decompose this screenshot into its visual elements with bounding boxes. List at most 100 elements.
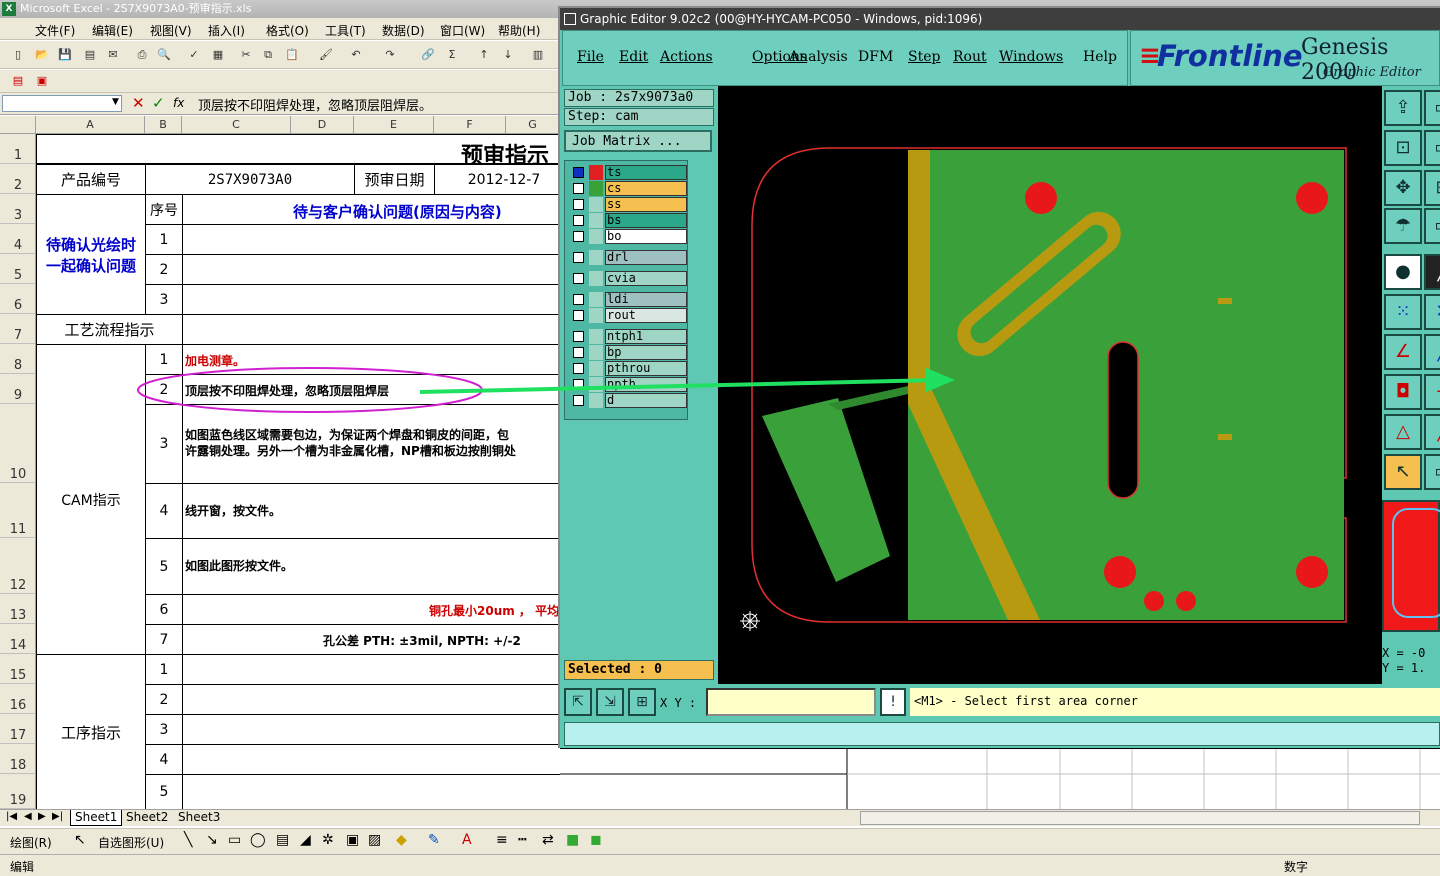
menu-windows[interactable]: Windows <box>999 49 1063 65</box>
frontline-logo: ≡ Frontline Genesis 2000 Graphic Editor <box>1130 30 1440 86</box>
layer-checkbox[interactable] <box>573 395 584 406</box>
layer-name: ntph1 <box>605 329 687 344</box>
layer-checkbox[interactable] <box>573 331 584 342</box>
layer-checkbox[interactable] <box>573 215 584 226</box>
layer-color-swatch <box>589 250 603 265</box>
menu-help[interactable]: Help <box>1083 49 1117 65</box>
message-line <box>564 722 1440 746</box>
layer-row-drl[interactable]: drl <box>569 250 687 265</box>
grid-icon[interactable]: ⊞ <box>628 688 656 716</box>
layer-checkbox[interactable] <box>573 167 584 178</box>
arc-icon[interactable]: ╱ <box>1424 414 1440 450</box>
layer-row-cvia[interactable]: cvia <box>569 271 687 286</box>
layer-checkbox[interactable] <box>573 183 584 194</box>
layer-row-ss[interactable]: ss <box>569 197 687 212</box>
layer-checkbox[interactable] <box>573 252 584 263</box>
select-icon[interactable]: ▭ <box>1424 454 1440 490</box>
layer-row-ntph1[interactable]: ntph1 <box>569 329 687 344</box>
hole-pad <box>1104 556 1136 588</box>
layer-checkbox[interactable] <box>573 294 584 305</box>
layer-name: cs <box>605 181 687 196</box>
layer-color-swatch <box>589 329 603 344</box>
layer-checkbox[interactable] <box>573 363 584 374</box>
fit-view-icon[interactable]: ✥ <box>1384 170 1422 206</box>
ruler-icon[interactable]: ▭ <box>1424 208 1440 244</box>
zoom-icon[interactable]: ▭ <box>1424 130 1440 166</box>
coord-y: Y = 1. <box>1382 661 1426 675</box>
layer-row-ts[interactable]: ts <box>569 165 687 180</box>
genesis-title-bar: Graphic Editor 9.02c2 (00@HY-HYCAM-PC050… <box>560 8 1440 30</box>
layer-row-bs[interactable]: bs <box>569 213 687 228</box>
layer-row-pthrou[interactable]: pthrou <box>569 361 687 376</box>
layer-name: bp <box>605 345 687 360</box>
layer-row-bp[interactable]: bp <box>569 345 687 360</box>
hole-pad <box>1296 182 1328 214</box>
zoom-window-icon[interactable]: ⊡ <box>1384 130 1422 166</box>
layer-checkbox[interactable] <box>573 379 584 390</box>
job-matrix-button[interactable]: Job Matrix ... <box>564 130 712 152</box>
snap-icon[interactable]: ⁙ <box>1384 294 1422 330</box>
menu-dfm[interactable]: DFM <box>858 49 893 65</box>
zoom-in-icon[interactable]: ⇱ <box>564 688 592 716</box>
layer-checkbox[interactable] <box>573 310 584 321</box>
layer-checkbox[interactable] <box>573 231 584 242</box>
tool-strip: ⇪ ▭ ⊡ ▭ ✥ ⊞ ☂ ▭ ● ╱ ⁙ ✕ ∠ ╱ ◘ − △ ╱ ↖ ▭ … <box>1382 86 1440 684</box>
layer-row-rout[interactable]: rout <box>569 308 687 323</box>
alert-icon[interactable]: ! <box>880 688 906 716</box>
menu-analysis[interactable]: Analysis <box>789 49 848 65</box>
pcb-drawing <box>740 147 1347 631</box>
minus-icon[interactable]: − <box>1424 374 1440 410</box>
copper-island <box>762 398 890 582</box>
layer-name: cvia <box>605 271 687 286</box>
window-menu-icon[interactable] <box>564 13 576 25</box>
slope-icon[interactable]: ╱ <box>1424 334 1440 370</box>
layer-name: drl <box>605 250 687 265</box>
monitor-icon[interactable]: ▭ <box>1424 90 1440 126</box>
layer-name: bo <box>605 229 687 244</box>
layer-name: bs <box>605 213 687 228</box>
layer-row-d[interactable]: d <box>569 393 687 408</box>
pointer-icon[interactable]: ↖ <box>1384 454 1422 490</box>
feature-info-icon[interactable]: ● <box>1384 254 1422 290</box>
cut-line-icon[interactable]: ✕ <box>1424 294 1440 330</box>
menu-actions[interactable]: Actions <box>660 49 713 65</box>
zoom-out-icon[interactable]: ⇲ <box>596 688 624 716</box>
layer-color-swatch <box>589 181 603 196</box>
menu-edit[interactable]: Edit <box>619 49 648 65</box>
layer-row-cs[interactable]: cs <box>569 181 687 196</box>
product-subtitle: Graphic Editor <box>1323 65 1421 80</box>
layer-name: rout <box>605 308 687 323</box>
pen-icon[interactable]: ╱ <box>1424 254 1440 290</box>
layer-color-swatch <box>589 345 603 360</box>
draw-line-icon[interactable]: ∠ <box>1384 334 1422 370</box>
small-pad <box>1218 298 1232 304</box>
pan-icon[interactable]: ⊞ <box>1424 170 1440 206</box>
layer-list: ts cs ss bs bo drl cvia ldi rout ntph1 b… <box>564 160 688 420</box>
xy-input[interactable] <box>706 688 876 716</box>
layer-color-swatch <box>589 165 603 180</box>
selected-count: Selected : 0 <box>564 660 714 680</box>
polygon-icon[interactable]: △ <box>1384 414 1422 450</box>
layer-checkbox[interactable] <box>573 347 584 358</box>
layer-checkbox[interactable] <box>573 199 584 210</box>
layer-color-swatch <box>589 197 603 212</box>
layer-name: pthrou <box>605 361 687 376</box>
measure-icon[interactable]: ☂ <box>1384 208 1422 244</box>
xy-label: X Y : <box>660 696 697 710</box>
graphic-canvas[interactable] <box>718 86 1382 684</box>
layer-transfer-icon[interactable]: ⇪ <box>1384 90 1422 126</box>
highlight-ellipse <box>137 367 483 413</box>
hole-pad <box>1025 182 1057 214</box>
layer-checkbox[interactable] <box>573 273 584 284</box>
coord-x: X = -0 <box>1382 646 1426 660</box>
layer-color-swatch <box>589 308 603 323</box>
pad-icon[interactable]: ◘ <box>1384 374 1422 410</box>
layer-row-bo[interactable]: bo <box>569 229 687 244</box>
layer-color-swatch <box>589 361 603 376</box>
menu-file[interactable]: File <box>577 49 604 65</box>
menu-step[interactable]: Step <box>908 49 940 65</box>
layer-row-ldi[interactable]: ldi <box>569 292 687 307</box>
layer-name: npth <box>605 377 687 392</box>
menu-rout[interactable]: Rout <box>953 49 987 65</box>
layer-row-npth[interactable]: npth <box>569 377 687 392</box>
